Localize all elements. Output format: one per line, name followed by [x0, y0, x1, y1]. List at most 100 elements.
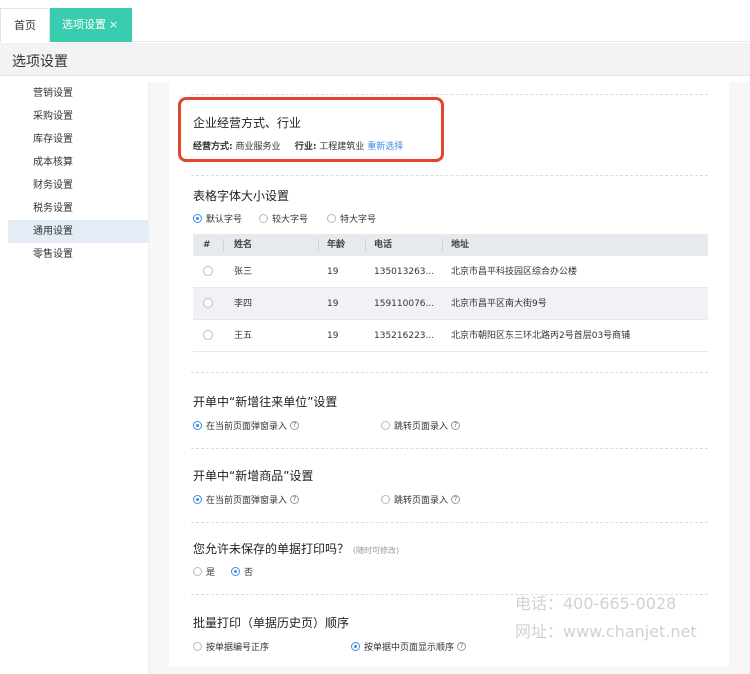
- radio-checked-icon: [231, 567, 240, 576]
- help-icon[interactable]: ?: [457, 642, 467, 651]
- batch-print-title: 批量打印（单据历史页）顺序: [193, 616, 350, 630]
- cell-address: 北京市昌平科技园区综合办公楼: [451, 267, 578, 277]
- divider: [191, 448, 708, 449]
- radio-label: 否: [244, 568, 254, 578]
- divider: [191, 522, 708, 523]
- print-unsaved-yes-radio[interactable]: 是: [193, 565, 215, 578]
- tab-home[interactable]: 首页: [0, 8, 50, 42]
- new-partner-title: 开单中“新增往来单位”设置: [193, 395, 338, 409]
- watermark: 电话：400-665-0028 网址：www.chanjet.net: [515, 590, 697, 646]
- watermark-site: 网址：www.chanjet.net: [515, 622, 697, 641]
- radio-unchecked-icon: [381, 421, 390, 430]
- new-partner-jump-radio[interactable]: 跳转页面录入?: [381, 419, 461, 432]
- batch-print-number-radio[interactable]: 按单据编号正序: [193, 640, 269, 653]
- watermark-phone: 电话：400-665-0028: [515, 594, 677, 613]
- sidebar: 营销设置 采购设置 库存设置 成本核算 财务设置 税务设置 通用设置 零售设置: [8, 82, 149, 674]
- divider: [442, 239, 443, 251]
- help-icon[interactable]: ?: [451, 421, 461, 430]
- row-radio[interactable]: [203, 330, 213, 340]
- font-size-default-radio[interactable]: 默认字号: [193, 212, 242, 225]
- sidebar-item-general[interactable]: 通用设置: [8, 220, 149, 243]
- radio-label: 较大字号: [272, 215, 309, 225]
- cell-age: 19: [327, 331, 339, 341]
- font-size-title: 表格字体大小设置: [193, 189, 290, 203]
- radio-unchecked-icon: [193, 567, 202, 576]
- divider: [191, 175, 708, 176]
- cell-phone: 135013263...: [374, 267, 435, 277]
- radio-unchecked-icon: [381, 495, 390, 504]
- page-header: 选项设置: [0, 43, 750, 76]
- cell-phone: 159110076...: [374, 299, 435, 309]
- close-icon[interactable]: ×: [109, 18, 118, 31]
- cell-name: 张三: [234, 267, 253, 277]
- help-icon[interactable]: ?: [290, 421, 300, 430]
- print-unsaved-hint: (随时可修改): [352, 546, 400, 555]
- help-icon[interactable]: ?: [451, 495, 461, 504]
- sidebar-item-inventory[interactable]: 库存设置: [8, 128, 149, 151]
- header-address: 地址: [451, 240, 470, 250]
- cell-age: 19: [327, 267, 339, 277]
- radio-label: 默认字号: [206, 215, 243, 225]
- divider: [365, 239, 366, 251]
- radio-checked-icon: [193, 214, 202, 223]
- divider: [223, 239, 224, 251]
- tab-options-settings[interactable]: 选项设置 ×: [50, 8, 132, 42]
- radio-label: 跳转页面录入: [394, 496, 449, 506]
- header-name: 姓名: [234, 240, 253, 250]
- radio-label: 是: [206, 568, 216, 578]
- new-product-title: 开单中“新增商品”设置: [193, 469, 314, 483]
- divider: [191, 372, 708, 373]
- radio-checked-icon: [193, 421, 202, 430]
- radio-unchecked-icon: [193, 642, 202, 651]
- cell-address: 北京市朝阳区东三环北路丙2号首层03号商铺: [451, 331, 631, 341]
- sidebar-item-tax[interactable]: 税务设置: [8, 197, 149, 220]
- radio-label: 按单据编号正序: [206, 643, 270, 653]
- new-product-jump-radio[interactable]: 跳转页面录入?: [381, 493, 461, 506]
- cell-name: 王五: [234, 331, 253, 341]
- tab-options-label: 选项设置: [62, 18, 106, 31]
- header-age: 年龄: [327, 240, 346, 250]
- sidebar-item-finance[interactable]: 财务设置: [8, 174, 149, 197]
- new-product-popup-radio[interactable]: 在当前页面弹窗录入?: [193, 493, 300, 506]
- table-header: # 姓名 年龄 电话 地址: [193, 234, 708, 256]
- highlight-box: [178, 97, 444, 162]
- row-radio[interactable]: [203, 298, 213, 308]
- page-title: 选项设置: [12, 54, 68, 70]
- radio-label: 在当前页面弹窗录入: [206, 496, 288, 506]
- table-row[interactable]: 王五 19 135216223... 北京市朝阳区东三环北路丙2号首层03号商铺: [193, 320, 708, 352]
- radio-label: 按单据中页面显示顺序: [364, 643, 455, 653]
- table-row[interactable]: 李四 19 159110076... 北京市昌平区南大街9号: [193, 288, 708, 320]
- main-content: 企业经营方式、行业 经营方式: 商业服务业 行业: 工程建筑业 重新选择 表格字…: [149, 82, 750, 674]
- help-icon[interactable]: ?: [290, 495, 300, 504]
- print-unsaved-no-radio[interactable]: 否: [231, 565, 253, 578]
- cell-name: 李四: [234, 299, 253, 309]
- cell-phone: 135216223...: [374, 331, 435, 341]
- sidebar-item-purchasing[interactable]: 采购设置: [8, 105, 149, 128]
- font-size-large-radio[interactable]: 较大字号: [259, 212, 308, 225]
- batch-print-page-order-radio[interactable]: 按单据中页面显示顺序?: [351, 640, 467, 653]
- row-radio[interactable]: [203, 266, 213, 276]
- table-row[interactable]: 张三 19 135013263... 北京市昌平科技园区综合办公楼: [193, 256, 708, 288]
- sidebar-item-retail[interactable]: 零售设置: [8, 243, 149, 266]
- tab-bar: 首页 选项设置 ×: [0, 0, 750, 42]
- cell-address: 北京市昌平区南大街9号: [451, 299, 547, 309]
- radio-unchecked-icon: [259, 214, 268, 223]
- radio-label: 在当前页面弹窗录入: [206, 422, 288, 432]
- divider: [191, 94, 708, 95]
- cell-age: 19: [327, 299, 339, 309]
- sidebar-item-marketing[interactable]: 营销设置: [8, 82, 149, 105]
- radio-checked-icon: [351, 642, 360, 651]
- preview-table: # 姓名 年龄 电话 地址 张三 19 135013263... 北京市昌平科技…: [193, 234, 708, 352]
- header-phone: 电话: [374, 240, 393, 250]
- print-unsaved-question: 您允许未保存的单据打印吗？: [193, 542, 350, 556]
- print-unsaved-title: 您允许未保存的单据打印吗？ (随时可修改): [193, 540, 399, 557]
- header-index: #: [203, 240, 211, 250]
- new-partner-popup-radio[interactable]: 在当前页面弹窗录入?: [193, 419, 300, 432]
- radio-label: 跳转页面录入: [394, 422, 449, 432]
- radio-label: 特大字号: [340, 215, 377, 225]
- divider: [318, 239, 319, 251]
- radio-checked-icon: [193, 495, 202, 504]
- font-size-xlarge-radio[interactable]: 特大字号: [327, 212, 376, 225]
- sidebar-item-cost[interactable]: 成本核算: [8, 151, 149, 174]
- settings-panel: 企业经营方式、行业 经营方式: 商业服务业 行业: 工程建筑业 重新选择 表格字…: [169, 82, 729, 667]
